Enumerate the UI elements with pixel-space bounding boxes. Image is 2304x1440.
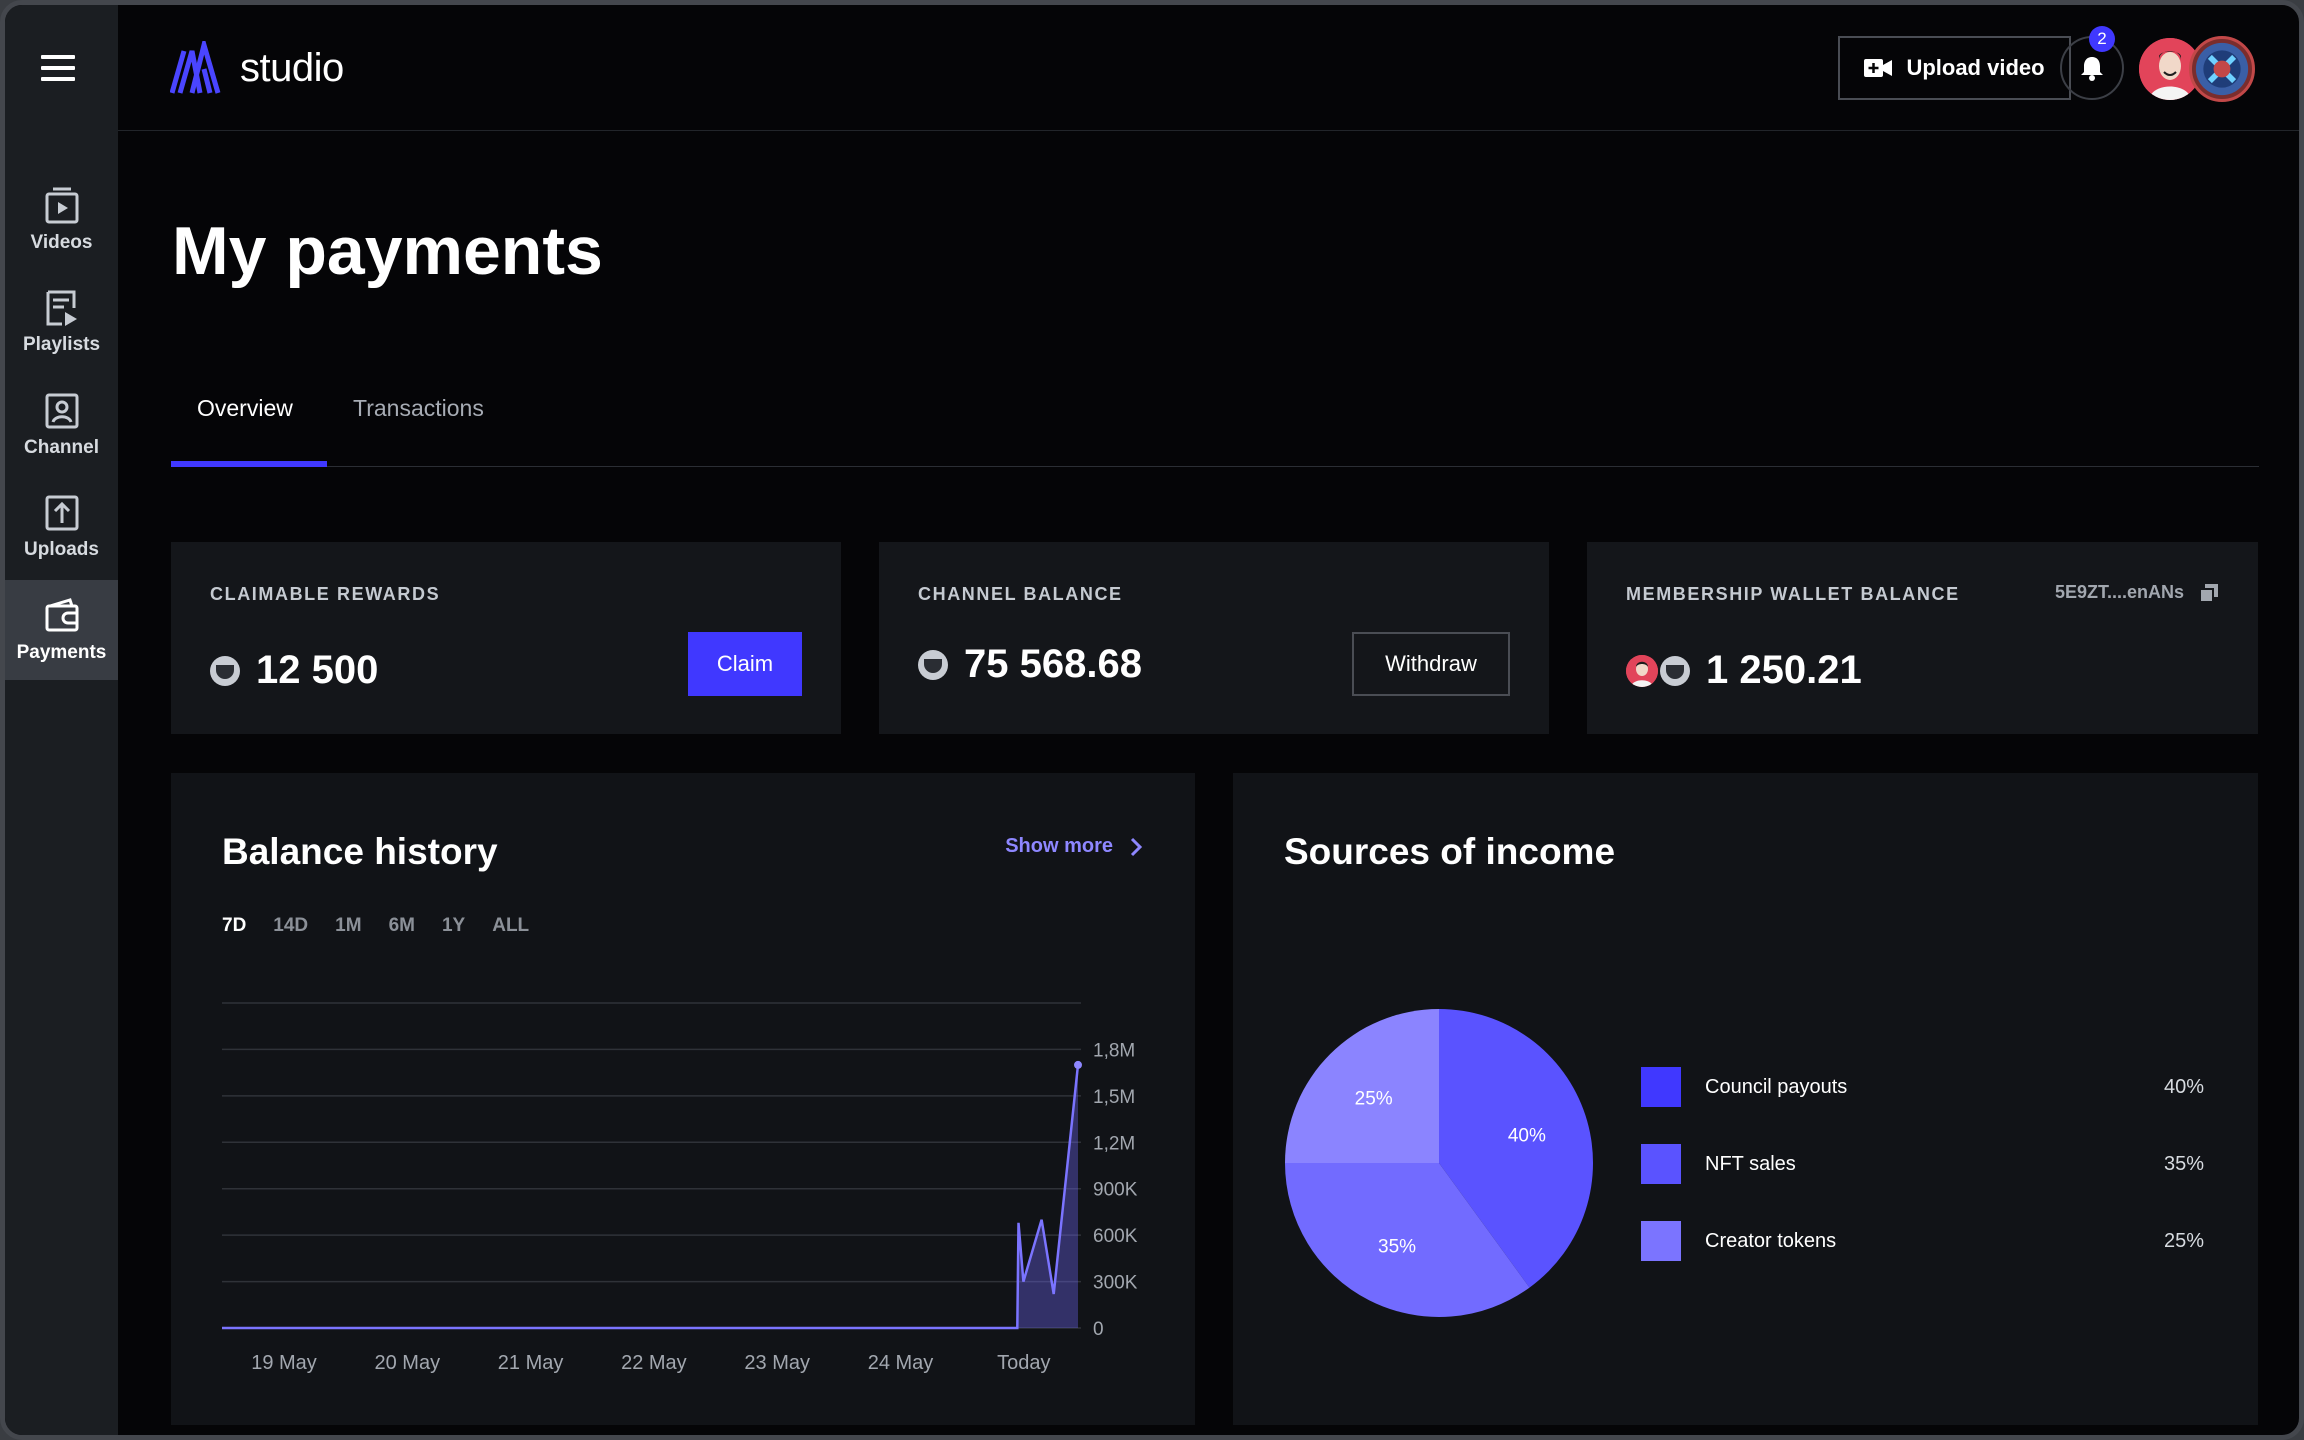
sidebar-item-videos[interactable]: Videos — [5, 170, 118, 270]
balance-history-chart: 0 300K 600K 900K 1,2M 1,5M 1,8M 19 May 20 May 21 … — [222, 1002, 1138, 1374]
claimable-rewards-card: CLAIMABLE REWARDS 12 500 Claim — [171, 542, 841, 734]
top-bar: studio Upload video 2 — [118, 5, 2299, 131]
sidebar: Videos Playlists Channel Uploads Payment… — [5, 5, 118, 1435]
sidebar-item-label: Channel — [24, 437, 99, 458]
card-title: CLAIMABLE REWARDS — [210, 584, 441, 604]
brand-name: studio — [240, 45, 344, 90]
area-fill — [222, 1064, 1078, 1328]
sidebar-item-channel[interactable]: Channel — [5, 375, 118, 475]
legend-percent: 35% — [2163, 1153, 2204, 1175]
sidebar-item-playlists[interactable]: Playlists — [5, 272, 118, 372]
wallet-address-text: 5E9ZT....enANs — [2054, 582, 2184, 602]
y-tick-label: 1,5M — [1093, 1087, 1135, 1108]
playlist-icon — [46, 290, 77, 326]
notification-count-badge: 2 — [2089, 26, 2115, 52]
y-tick-label: 0 — [1093, 1319, 1104, 1340]
x-tick-label: 19 May — [251, 1352, 317, 1374]
y-tick-label: 600K — [1093, 1226, 1138, 1247]
card-title: MEMBERSHIP WALLET BALANCE — [1626, 584, 1960, 604]
legend-name: NFT sales — [1705, 1153, 1796, 1175]
legend-name: Creator tokens — [1705, 1230, 1837, 1252]
legend-swatch — [1641, 1144, 1681, 1184]
series-line — [222, 1064, 1080, 1330]
card-title: CHANNEL BALANCE — [918, 584, 1123, 604]
legend-swatch — [1641, 1067, 1681, 1107]
legend-percent: 25% — [2163, 1230, 2204, 1252]
member-avatar — [1626, 654, 1658, 687]
sources-of-income-panel: Sources of income 40% 35% 25% Council payo… — [1233, 773, 2258, 1425]
claim-button[interactable]: Claim — [688, 632, 802, 696]
y-tick-label: 300K — [1093, 1273, 1138, 1294]
token-icon — [918, 649, 948, 680]
upload-icon — [45, 495, 78, 531]
wallet-address[interactable]: 5E9ZT....enANs — [2055, 582, 2218, 603]
pie-slice-label: 35% — [1378, 1236, 1416, 1257]
legend-swatch — [1641, 1221, 1681, 1261]
tab-transactions[interactable]: Transactions — [353, 395, 484, 422]
channel-balance-card: CHANNEL BALANCE 75 568.68 Withdraw — [879, 542, 1549, 734]
tab-bar: Overview Transactions — [171, 381, 2259, 467]
person-avatar-icon — [1626, 654, 1658, 687]
channel-balance-value: 75 568.68 — [964, 642, 1142, 686]
pie-slice-label: 25% — [1355, 1089, 1393, 1110]
y-tick-label: 1,8M — [1093, 1040, 1135, 1061]
legend-name: Council payouts — [1705, 1076, 1848, 1098]
active-tab-indicator — [171, 461, 327, 467]
y-tick-label: 900K — [1093, 1180, 1138, 1201]
membership-balance-value: 1 250.21 — [1706, 648, 1862, 692]
sidebar-item-payments[interactable]: Payments — [5, 580, 118, 680]
sidebar-item-label: Uploads — [24, 539, 99, 560]
y-tick-label: 1,2M — [1093, 1133, 1135, 1154]
upload-video-label: Upload video — [1906, 55, 2045, 80]
balance-history-panel: Balance history Show more 7D 14D 1M 6M 1… — [171, 773, 1195, 1425]
sidebar-item-label: Playlists — [22, 334, 101, 355]
data-point — [1074, 1060, 1082, 1069]
wallet-icon — [45, 598, 78, 632]
hamburger-menu-icon[interactable] — [41, 55, 75, 81]
x-tick-label: 24 May — [868, 1352, 934, 1374]
membership-wallet-card: MEMBERSHIP WALLET BALANCE 5E9ZT....enANs… — [1587, 542, 2258, 734]
video-icon — [45, 187, 78, 224]
pie-slice-label: 40% — [1508, 1125, 1546, 1146]
channel-amount: 75 568.68 — [918, 642, 1142, 687]
x-tick-label: 23 May — [744, 1352, 810, 1374]
logo-icon — [170, 41, 221, 94]
legend-item: Council payouts 40% — [1641, 1067, 2204, 1107]
withdraw-button[interactable]: Withdraw — [1352, 632, 1510, 696]
pie-slice — [1285, 1009, 1439, 1163]
legend-item: Creator tokens 25% — [1641, 1221, 2204, 1261]
legend-percent: 40% — [2163, 1076, 2204, 1098]
sidebar-item-label: Payments — [16, 642, 107, 663]
channel-icon — [45, 393, 78, 429]
upload-video-button[interactable]: Upload video — [1838, 36, 2071, 100]
claimable-value: 12 500 — [256, 648, 379, 692]
claimable-amount: 12 500 — [210, 648, 378, 693]
income-pie-chart: 40% 35% 25% — [1285, 1009, 1593, 1317]
x-tick-label: 22 May — [621, 1352, 687, 1374]
video-camera-icon — [1864, 59, 1893, 77]
sidebar-item-label: Videos — [30, 232, 93, 253]
sidebar-item-uploads[interactable]: Uploads — [5, 477, 118, 577]
x-tick-label: 21 May — [498, 1352, 564, 1374]
bell-icon — [2081, 57, 2103, 81]
channel-avatar[interactable] — [2189, 36, 2255, 102]
tab-overview[interactable]: Overview — [197, 395, 293, 422]
x-tick-label: Today — [997, 1352, 1050, 1374]
token-icon — [1660, 655, 1690, 686]
studio-logo[interactable]: studio — [170, 41, 344, 95]
channel-logo-icon — [2195, 42, 2249, 96]
x-tick-label: 20 May — [375, 1352, 441, 1374]
copy-icon[interactable] — [2200, 583, 2218, 602]
app-window: Videos Playlists Channel Uploads Payment… — [0, 0, 2304, 1440]
legend-item: NFT sales 35% — [1641, 1144, 2204, 1184]
token-icon — [210, 655, 240, 686]
membership-amount: 1 250.21 — [1626, 648, 1862, 693]
page-title: My payments — [172, 213, 603, 289]
